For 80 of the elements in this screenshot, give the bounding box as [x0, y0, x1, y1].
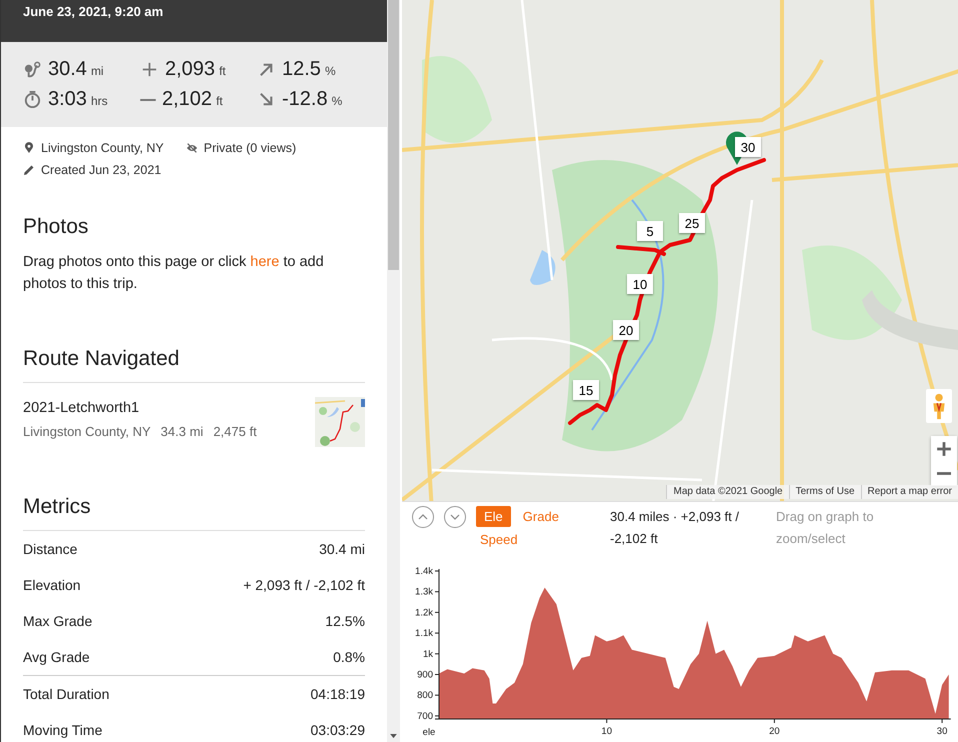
- scroll-down-button[interactable]: [444, 506, 466, 528]
- x-tick: [774, 718, 775, 724]
- chevron-up-icon: [418, 514, 428, 520]
- trip-date: June 23, 2021, 9:20 am: [23, 4, 164, 19]
- eye-slash-icon: [186, 142, 198, 154]
- metric-value: 03:03:29: [310, 722, 365, 738]
- stat-value: 2,093: [165, 58, 216, 81]
- stopwatch-icon: [23, 90, 42, 110]
- minus-icon: [140, 98, 156, 101]
- y-tick-label: 1.2k: [415, 607, 433, 618]
- y-tick-label: 1k: [422, 648, 433, 660]
- section-title: Metrics: [23, 495, 365, 531]
- x-tick-label: 30: [936, 726, 948, 737]
- metric-label: Avg Grade: [23, 649, 90, 665]
- minus-icon: [937, 472, 951, 475]
- route-detail: Livingston County, NY: [23, 424, 151, 439]
- scroll-down-icon[interactable]: [390, 734, 397, 739]
- stat-unit: mi: [90, 64, 104, 78]
- route-detail: 2,475 ft: [213, 424, 257, 439]
- metric-value: + 2,093 ft / -2,102 ft: [243, 577, 365, 593]
- metric-label: Distance: [23, 541, 78, 557]
- y-tick-label: 700: [417, 710, 433, 722]
- mile-marker[interactable]: 15: [573, 380, 599, 400]
- metric-value: 0.8%: [333, 649, 365, 665]
- scroll-up-button[interactable]: [412, 506, 434, 528]
- graph-summary: 30.4 miles · +2,093 ft / -2,102 ft: [610, 508, 740, 548]
- metric-label: Max Grade: [23, 613, 92, 629]
- stat-unit: %: [332, 94, 342, 108]
- map-attribution: Map data ©2021 Google: [666, 485, 789, 499]
- x-tick-label: 10: [601, 726, 612, 737]
- route-icon: [23, 60, 42, 79]
- stat-value: 3:03: [48, 88, 87, 112]
- y-tick-label: 1.3k: [415, 586, 433, 598]
- pencil-icon: [23, 164, 35, 176]
- zoom-out-button[interactable]: [931, 461, 957, 486]
- series-label: ele: [422, 727, 436, 738]
- mile-marker[interactable]: 5: [637, 221, 663, 241]
- mile-marker[interactable]: 30: [735, 137, 761, 157]
- x-tick-label: 20: [769, 726, 780, 737]
- y-tick-label: 1.4k: [415, 566, 433, 577]
- mile-marker[interactable]: 10: [627, 274, 653, 294]
- x-tick: [942, 718, 943, 724]
- pegman-icon[interactable]: [926, 389, 952, 423]
- metric-value: 12.5%: [325, 613, 365, 629]
- section-title: Route Navigated: [23, 347, 365, 383]
- stat-value: 30.4: [48, 58, 87, 81]
- y-tick-label: 1.1k: [415, 628, 433, 640]
- scrollbar-thumb[interactable]: [388, 0, 399, 270]
- zoom-in-button[interactable]: [931, 436, 957, 461]
- graph-hint: Drag on graph to zoom/select: [776, 508, 875, 548]
- mile-marker[interactable]: 25: [679, 213, 705, 233]
- stat-value: -12.8: [282, 88, 328, 112]
- stat-unit: %: [324, 64, 336, 78]
- map-link[interactable]: Report a map error: [860, 485, 958, 499]
- y-tick-label: 900: [417, 670, 433, 680]
- meta-text: Private (0 views): [204, 141, 296, 155]
- stat-value: 2,102: [162, 88, 212, 112]
- stat-unit: ft: [216, 94, 223, 108]
- photos-instructions: Drag photos onto this page or click here to add photos to this trip.: [23, 253, 325, 294]
- route-detail: 34.3 mi: [160, 424, 204, 439]
- stat-unit: ft: [219, 64, 226, 78]
- meta-text: Created Jun 23, 2021: [41, 163, 162, 177]
- section-title: Photos: [23, 215, 90, 239]
- mile-marker[interactable]: 20: [613, 320, 639, 340]
- metric-label: Total Duration: [23, 686, 110, 702]
- metric-label: Moving Time: [23, 722, 102, 738]
- scrollbar[interactable]: [387, 0, 400, 742]
- location-pin-icon: [23, 142, 35, 154]
- stat-value: 12.5: [282, 58, 321, 81]
- map-link[interactable]: Terms of Use: [788, 485, 861, 499]
- chevron-down-icon: [450, 514, 460, 520]
- route-name[interactable]: 2021-Letchworth1: [23, 400, 257, 416]
- meta-text: Livingston County, NY: [41, 141, 164, 155]
- metric-value: 04:18:19: [310, 686, 365, 702]
- plus-icon: [936, 440, 952, 456]
- stat-unit: hrs: [90, 94, 108, 108]
- y-tick-label: 800: [417, 690, 433, 702]
- metric-value: 30.4 mi: [319, 541, 365, 557]
- x-tick: [606, 718, 608, 724]
- metric-label: Elevation: [23, 577, 81, 593]
